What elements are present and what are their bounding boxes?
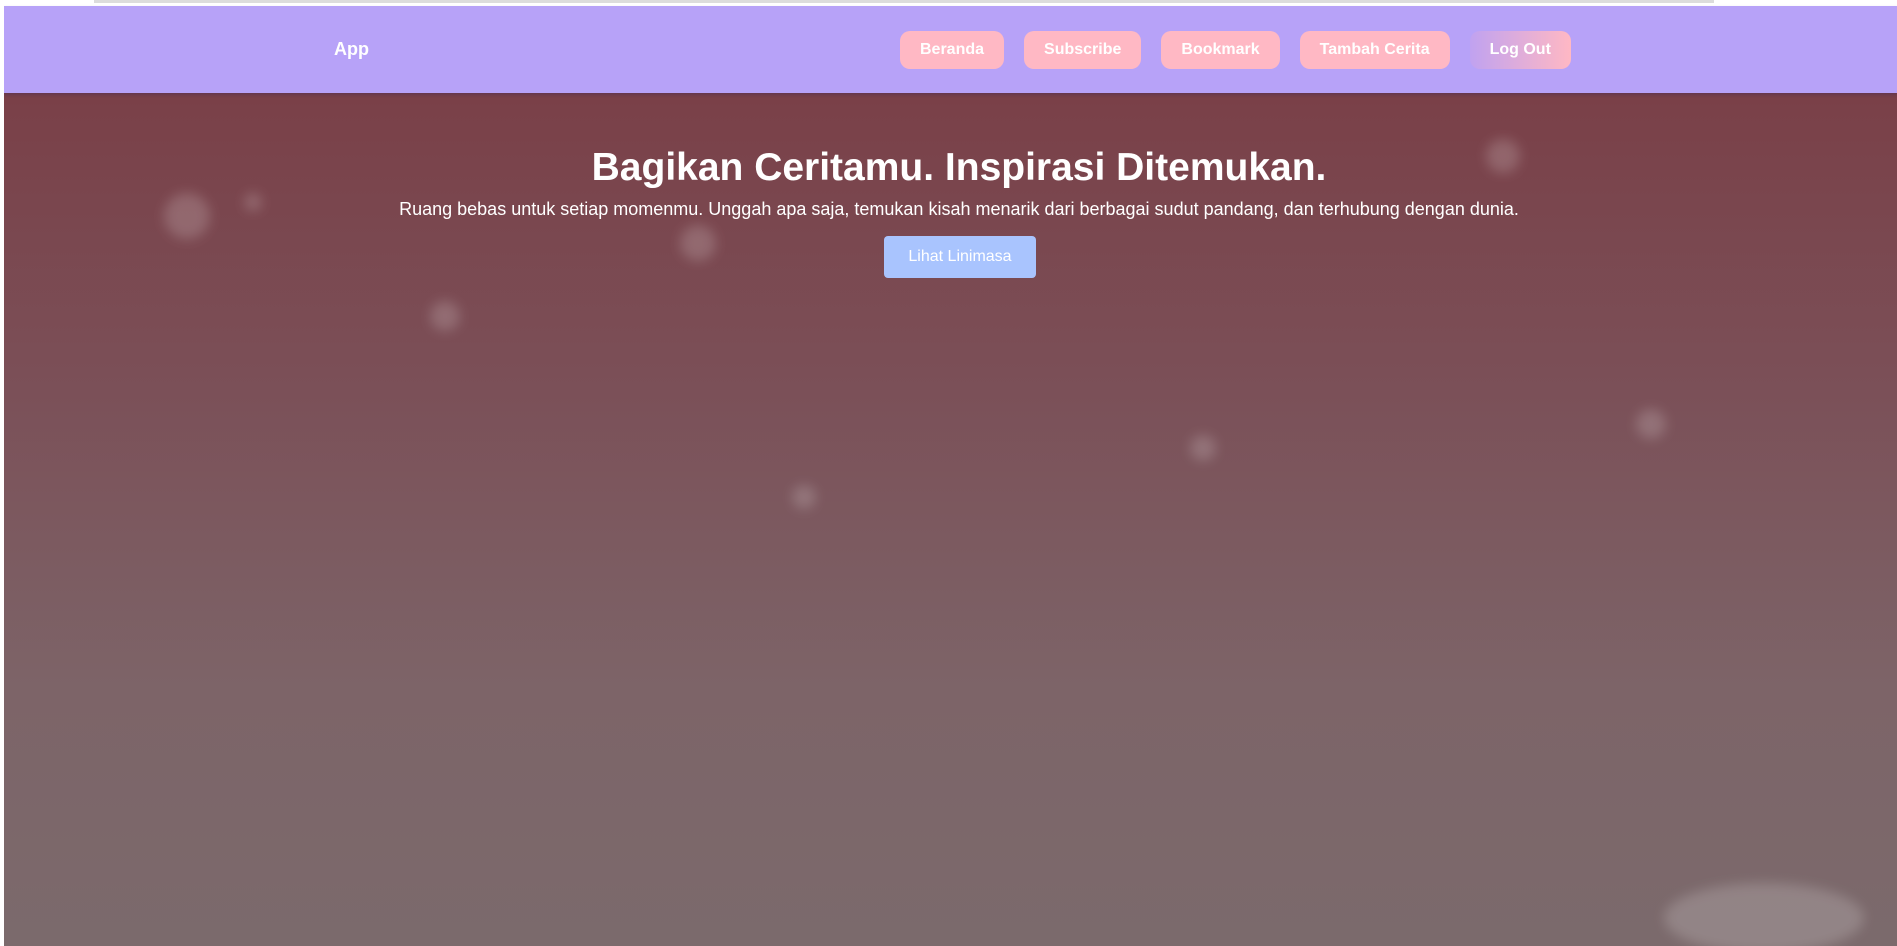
nav-link-bookmark[interactable]: Bookmark [1161, 31, 1280, 69]
background-bokeh [430, 301, 460, 331]
background-bokeh [680, 225, 716, 261]
navbar: App Beranda Subscribe Bookmark Tambah Ce… [4, 6, 1897, 93]
hero-section: Bagikan Ceritamu. Inspirasi Ditemukan. R… [4, 93, 1897, 946]
nav-link-beranda[interactable]: Beranda [900, 31, 1005, 69]
background-bokeh [1190, 435, 1216, 461]
nav-link-subscribe[interactable]: Subscribe [1024, 31, 1142, 69]
nav-link-tambah-cerita[interactable]: Tambah Cerita [1299, 31, 1450, 69]
view-timeline-button[interactable]: Lihat Linimasa [884, 236, 1036, 278]
top-divider [94, 0, 1714, 3]
nav-links: Beranda Subscribe Bookmark Tambah Cerita… [900, 31, 1571, 69]
background-bokeh [1664, 883, 1864, 946]
background-bokeh [792, 485, 816, 509]
logout-button[interactable]: Log Out [1469, 31, 1571, 69]
hero-title: Bagikan Ceritamu. Inspirasi Ditemukan. [591, 146, 1327, 190]
browser-viewport: App Beranda Subscribe Bookmark Tambah Ce… [4, 0, 1897, 946]
background-bokeh [1636, 409, 1666, 439]
hero-subtitle: Ruang bebas untuk setiap momenmu. Unggah… [399, 199, 1519, 219]
brand-logo[interactable]: App [334, 39, 369, 60]
